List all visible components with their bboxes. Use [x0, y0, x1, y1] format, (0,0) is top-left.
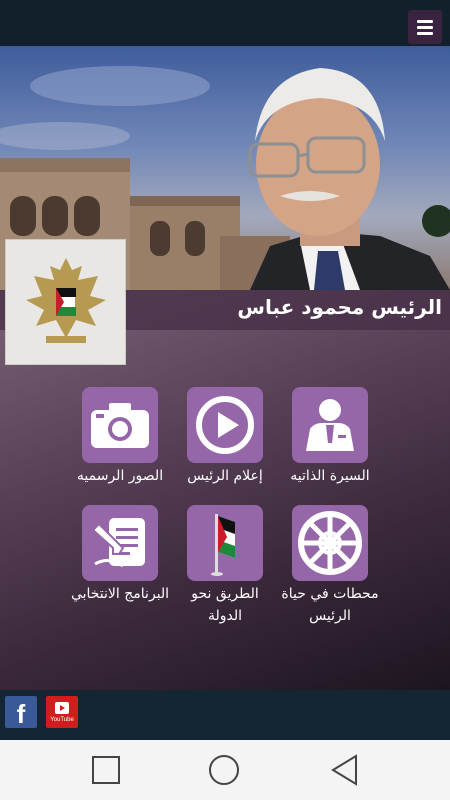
- tile-life-milestones-label: محطات في حياة الرئيس: [281, 586, 379, 624]
- tile-biography[interactable]: السيرة الذاتيه: [278, 387, 382, 487]
- tile-election-program[interactable]: البرنامج الانتخابي: [68, 505, 172, 605]
- home-circle-icon[interactable]: [209, 755, 239, 785]
- flag-icon: [187, 505, 263, 581]
- tile-biography-label: السيرة الذاتيه: [290, 468, 370, 484]
- palestine-emblem-icon: [5, 239, 126, 365]
- wheel-icon: [292, 505, 368, 581]
- tile-road-to-state[interactable]: الطريق نحو الدولة: [173, 505, 277, 627]
- top-app-bar: [0, 0, 450, 46]
- hamburger-menu-icon[interactable]: [408, 10, 442, 44]
- tile-road-to-state-label: الطريق نحو الدولة: [191, 586, 259, 624]
- tile-official-photos[interactable]: الصور الرسميه: [68, 387, 172, 487]
- youtube-text: YouTube: [50, 717, 74, 723]
- tile-life-milestones[interactable]: محطات في حياة الرئيس: [278, 505, 382, 627]
- facebook-icon[interactable]: f: [5, 696, 37, 729]
- document-pen-icon: [82, 505, 158, 581]
- tile-election-program-label: البرنامج الانتخابي: [70, 586, 170, 602]
- play-icon: [187, 387, 263, 463]
- tile-official-photos-label: الصور الرسميه: [76, 468, 164, 484]
- youtube-icon[interactable]: YouTube: [46, 696, 78, 728]
- person-suit-icon: [292, 387, 368, 463]
- recents-square-icon[interactable]: [92, 756, 120, 784]
- tile-media[interactable]: إعلام الرئيس: [173, 387, 277, 487]
- camera-icon: [82, 387, 158, 463]
- back-triangle-icon[interactable]: [330, 754, 360, 786]
- tile-media-label: إعلام الرئيس: [187, 468, 263, 484]
- president-name: الرئيس محمود عباس: [237, 295, 442, 319]
